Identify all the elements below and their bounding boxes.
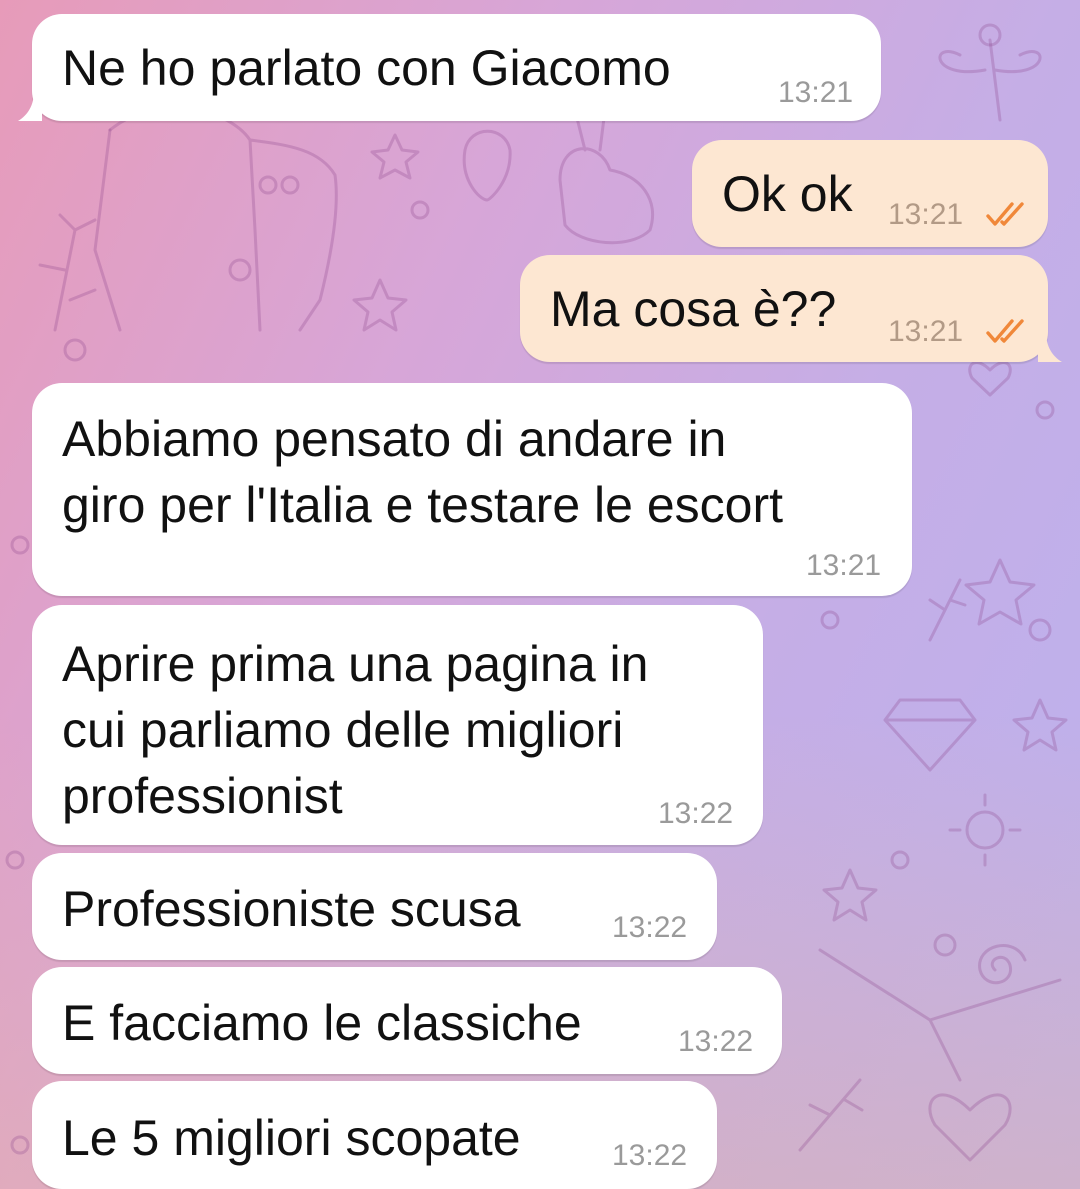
message-timestamp: 13:22	[612, 911, 688, 944]
message-text-line: Aprire prima una pagina in	[62, 636, 649, 692]
message-text: E facciamo le classiche	[62, 995, 582, 1051]
message-timestamp: 13:21	[778, 76, 854, 109]
outgoing-message-bubble[interactable]: Ok ok 13:21	[692, 140, 1048, 247]
incoming-message-bubble[interactable]: Abbiamo pensato di andare in giro per l'…	[32, 383, 912, 596]
outgoing-message-bubble[interactable]: Ma cosa è?? 13:21	[520, 255, 1048, 362]
message-timestamp: 13:22	[612, 1139, 688, 1172]
message-text: Ne ho parlato con Giacomo	[62, 40, 671, 96]
outgoing-bubble-tail	[1038, 332, 1062, 362]
message-timestamp: 13:22	[678, 1025, 754, 1058]
message-timestamp: 13:21	[806, 549, 882, 582]
incoming-message-bubble[interactable]: Aprire prima una pagina in cui parliamo …	[32, 605, 763, 845]
incoming-message-bubble[interactable]: Le 5 migliori scopate 13:22	[32, 1081, 717, 1189]
double-check-icon	[986, 319, 1024, 343]
message-text-line: professionist	[62, 768, 343, 824]
incoming-bubble-tail	[18, 91, 42, 121]
message-text-line: Abbiamo pensato di andare in	[62, 411, 727, 467]
message-text: Ok ok	[722, 166, 853, 222]
message-text: Ma cosa è??	[550, 281, 837, 337]
message-text-line: giro per l'Italia e testare le escort	[62, 477, 783, 533]
chat-message-list[interactable]: Ne ho parlato con Giacomo 13:21 Ok ok 13…	[0, 0, 1080, 1189]
incoming-message-bubble[interactable]: Ne ho parlato con Giacomo 13:21	[32, 14, 881, 121]
message-timestamp: 13:21	[888, 198, 964, 231]
message-text: Le 5 migliori scopate	[62, 1110, 521, 1166]
message-text-line: cui parliamo delle migliori	[62, 702, 624, 758]
message-timestamp: 13:22	[658, 797, 734, 830]
message-timestamp: 13:21	[888, 315, 964, 348]
message-text: Professioniste scusa	[62, 881, 521, 937]
incoming-message-bubble[interactable]: Professioniste scusa 13:22	[32, 853, 717, 960]
double-check-icon	[986, 202, 1024, 226]
incoming-message-bubble[interactable]: E facciamo le classiche 13:22	[32, 967, 782, 1074]
